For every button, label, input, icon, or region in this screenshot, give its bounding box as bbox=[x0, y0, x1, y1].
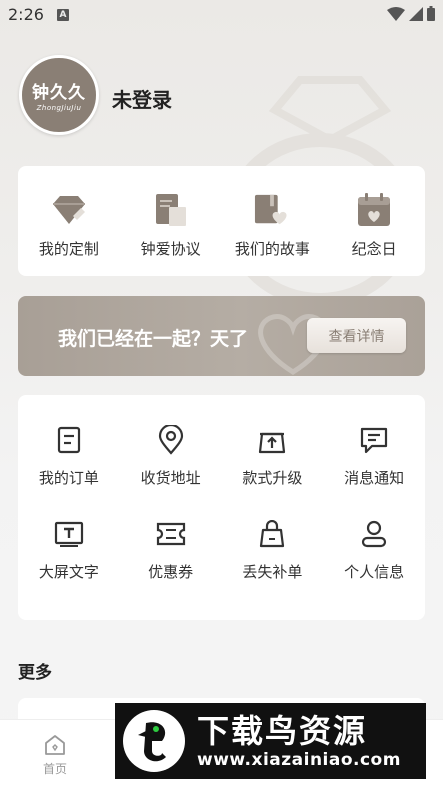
status-time: 2:26 bbox=[8, 5, 44, 24]
avatar-brand-en: ZhongJiuJiu bbox=[36, 104, 82, 112]
shortcut-anniversary[interactable]: 纪念日 bbox=[323, 192, 425, 259]
shortcut-my-customization[interactable]: 我的定制 bbox=[18, 192, 120, 259]
watermark-overlay: 下载鸟资源 www.xiazainiao.com bbox=[115, 703, 426, 779]
service-label: 个人信息 bbox=[344, 563, 405, 581]
book-heart-icon bbox=[255, 194, 287, 225]
service-style-upgrade[interactable]: 款式升级 bbox=[222, 425, 324, 488]
login-status[interactable]: 未登录 bbox=[112, 84, 172, 113]
avatar[interactable]: 钟久久 ZhongJiuJiu bbox=[19, 55, 99, 135]
shortcut-label: 钟爱协议 bbox=[140, 240, 201, 258]
service-my-orders[interactable]: 我的订单 bbox=[18, 425, 120, 488]
status-bar: 2:26 A bbox=[0, 0, 443, 30]
service-personal-info[interactable]: 个人信息 bbox=[323, 519, 425, 582]
diamond-icon bbox=[52, 196, 85, 224]
user-icon bbox=[362, 520, 387, 548]
shortcut-our-story[interactable]: 我们的故事 bbox=[222, 192, 324, 259]
order-icon bbox=[57, 426, 80, 454]
signal-icon bbox=[409, 6, 423, 21]
service-notifications[interactable]: 消息通知 bbox=[323, 425, 425, 488]
calendar-heart-icon bbox=[358, 193, 391, 226]
notification-icon: A bbox=[57, 9, 69, 21]
service-shipping-address[interactable]: 收货地址 bbox=[120, 425, 222, 488]
anniversary-banner[interactable]: 我们已经在一起？天了 查看详情 bbox=[18, 296, 425, 376]
service-label: 优惠券 bbox=[148, 563, 194, 581]
service-label: 大屏文字 bbox=[38, 563, 99, 581]
status-icons bbox=[387, 6, 435, 21]
services-card: 我的订单 收货地址 款式升级 消息通知 大屏文字 优惠券 丢失补单 个人信息 bbox=[18, 395, 425, 620]
battery-icon bbox=[427, 6, 435, 21]
shortcut-love-agreement[interactable]: 钟爱协议 bbox=[120, 192, 222, 259]
service-label: 丢失补单 bbox=[242, 563, 303, 581]
shortcut-card: 我的定制 钟爱协议 我们的故事 纪念日 bbox=[18, 166, 425, 276]
large-text-icon bbox=[54, 521, 83, 547]
nav-home-label: 首页 bbox=[42, 762, 67, 776]
service-label: 消息通知 bbox=[344, 469, 405, 487]
shortcut-label: 纪念日 bbox=[351, 240, 397, 258]
home-icon bbox=[45, 735, 65, 755]
banner-text: 我们已经在一起？天了 bbox=[58, 328, 249, 350]
watermark-url: www.xiazainiao.com bbox=[197, 750, 401, 770]
more-section-title: 更多 bbox=[18, 663, 52, 683]
message-icon bbox=[361, 427, 388, 454]
document-icon bbox=[155, 194, 186, 226]
nav-home[interactable]: 首页 bbox=[35, 734, 75, 777]
location-pin-icon bbox=[158, 425, 183, 455]
bird-logo-icon bbox=[123, 710, 185, 772]
shortcut-label: 我们的故事 bbox=[234, 240, 310, 258]
service-label: 收货地址 bbox=[140, 469, 201, 487]
upgrade-icon bbox=[259, 432, 286, 454]
wifi-icon bbox=[387, 6, 405, 21]
service-coupons[interactable]: 优惠券 bbox=[120, 519, 222, 582]
service-label: 我的订单 bbox=[38, 469, 99, 487]
shopping-bag-icon bbox=[260, 520, 285, 548]
view-details-button[interactable]: 查看详情 bbox=[307, 318, 406, 353]
service-label: 款式升级 bbox=[242, 469, 303, 487]
service-large-text[interactable]: 大屏文字 bbox=[18, 519, 120, 582]
shortcut-label: 我的定制 bbox=[38, 240, 99, 258]
watermark-brand: 下载鸟资源 bbox=[197, 712, 368, 750]
coupon-icon bbox=[156, 522, 185, 546]
service-lost-reorder[interactable]: 丢失补单 bbox=[222, 519, 324, 582]
avatar-brand-cn: 钟久久 bbox=[32, 83, 86, 103]
